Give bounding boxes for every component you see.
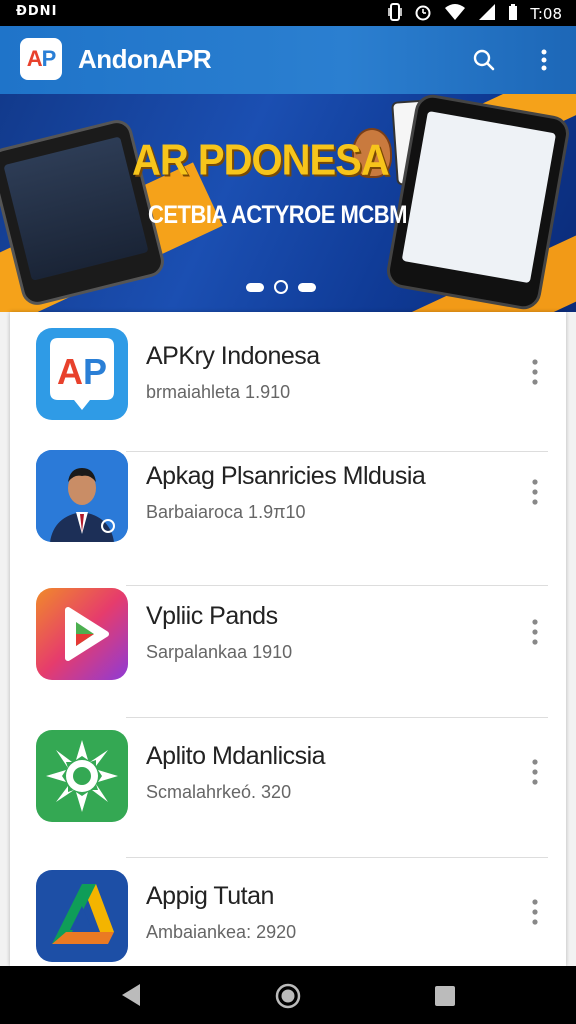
search-button[interactable] <box>466 42 502 78</box>
battery-icon <box>508 3 518 25</box>
recents-button[interactable] <box>434 985 456 1012</box>
alarm-icon <box>414 3 432 25</box>
carousel-dot-active[interactable] <box>274 280 288 294</box>
more-vert-icon <box>541 49 547 71</box>
list-item[interactable]: Vpliic Pands Sarpalankaa 1910 <box>10 572 566 718</box>
app-title: AndonAPR <box>78 44 212 74</box>
app-subtitle: Sarpalankaa 1910 <box>146 642 293 662</box>
item-menu-button[interactable] <box>520 892 550 932</box>
app-subtitle: brmaiahleta 1.910 <box>146 382 291 402</box>
promo-banner[interactable]: AR PDONESA CETBIA ACTYROE MCBM <box>0 94 576 312</box>
item-menu-button[interactable] <box>520 472 550 512</box>
more-vert-icon <box>532 359 538 385</box>
green-burst-icon <box>36 730 128 822</box>
app-list: AP APKry Indonesa brmaiahleta 1.910 Apka… <box>10 312 566 966</box>
more-options-button[interactable] <box>526 42 562 78</box>
search-icon <box>473 49 495 71</box>
play-triangle-icon <box>36 588 128 680</box>
status-time: T:08 <box>530 5 562 23</box>
more-vert-icon <box>532 759 538 785</box>
app-name: APKry Indonesa <box>146 342 320 370</box>
banner-subtitle: CETBIA ACTYROE MCBM <box>148 200 407 229</box>
app-logo: AP <box>20 38 62 80</box>
signal-icon <box>478 3 496 25</box>
svg-text:AP: AP <box>57 351 107 392</box>
app-name: Vpliic Pands <box>146 602 278 630</box>
item-menu-button[interactable] <box>520 352 550 392</box>
navigation-bar <box>0 966 576 1024</box>
app-subtitle: Scmalahrkeó. 320 <box>146 782 292 802</box>
back-button[interactable] <box>118 982 144 1013</box>
wifi-icon <box>444 3 466 25</box>
carousel-indicator <box>246 280 316 294</box>
carousel-dot[interactable] <box>246 282 264 292</box>
app-subtitle: Ambaiankea: 2920 <box>146 922 297 942</box>
carousel-dot[interactable] <box>298 282 316 292</box>
list-item[interactable]: Apkag Plsanricies Mldusia Barbaiaroca 1.… <box>10 432 566 586</box>
list-item[interactable]: Aplito Mdanlicsia Scmalahrkeó. 320 <box>10 712 566 858</box>
app-subtitle: Barbaiaroca 1.9π10 <box>146 502 306 522</box>
logo-letter-a: A <box>26 46 43 71</box>
app-bar: AP AndonAPR <box>0 26 576 94</box>
man-portrait-icon <box>36 450 128 542</box>
app-name: Apkag Plsanricies Mldusia <box>146 462 426 490</box>
app-name: Appig Tutan <box>146 882 274 910</box>
list-item[interactable]: AP APKry Indonesa brmaiahleta 1.910 <box>10 312 566 452</box>
app-name: Aplito Mdanlicsia <box>146 742 326 770</box>
drive-triangle-icon <box>36 870 128 962</box>
banner-title: AR PDONESA <box>132 135 390 185</box>
recents-icon <box>435 986 455 1006</box>
more-vert-icon <box>532 619 538 645</box>
more-vert-icon <box>532 899 538 925</box>
home-icon <box>275 983 301 1009</box>
home-button[interactable] <box>274 982 302 1015</box>
ap-logo-icon: AP <box>36 328 128 420</box>
back-icon <box>122 984 140 1006</box>
item-menu-button[interactable] <box>520 612 550 652</box>
more-vert-icon <box>532 479 538 505</box>
logo-letter-p: P <box>41 46 57 71</box>
status-bar: ƉDNI T:08 <box>0 0 576 26</box>
item-menu-button[interactable] <box>520 752 550 792</box>
status-left-text: ƉDNI <box>16 4 58 19</box>
vibrate-icon <box>388 3 403 25</box>
status-icons: T:08 <box>388 3 562 25</box>
